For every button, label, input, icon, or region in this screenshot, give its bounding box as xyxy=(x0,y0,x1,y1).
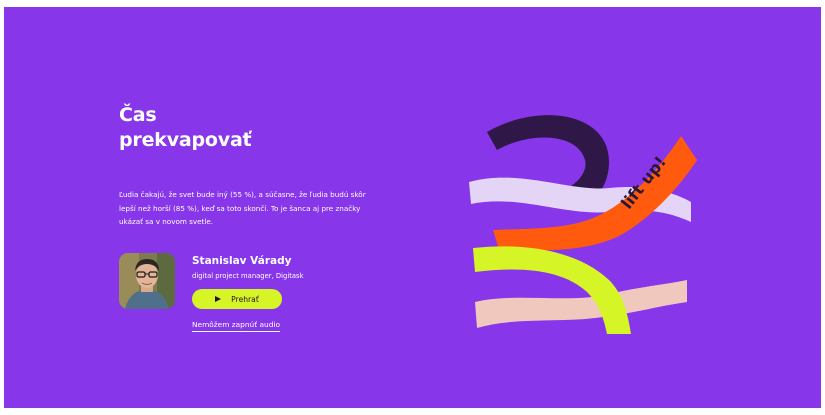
speaker-avatar xyxy=(119,253,175,309)
peach-ribbon xyxy=(475,280,687,328)
title-line-1: Čas xyxy=(119,104,157,126)
play-button-label: Prehrať xyxy=(231,294,259,304)
page-title: Čas prekvapovať xyxy=(119,103,252,153)
title-line-2: prekvapovať xyxy=(119,129,252,151)
audio-help-link[interactable]: Nemôžem zapnúť audio xyxy=(192,320,280,332)
speaker-role: digital project manager, Digitask xyxy=(192,272,304,280)
play-audio-button[interactable]: Prehrať xyxy=(192,289,282,309)
lift-up-illustration: lift up! xyxy=(469,115,697,334)
speaker-name: Stanislav Várady xyxy=(192,255,292,267)
hero-section: Čas prekvapovať Ľudia čakajú, že svet bu… xyxy=(4,7,821,408)
page-frame: Čas prekvapovať Ľudia čakajú, že svet bu… xyxy=(0,0,825,415)
intro-paragraph: Ľudia čakajú, že svet bude iný (55 %), a… xyxy=(119,190,366,226)
play-icon xyxy=(215,296,222,302)
